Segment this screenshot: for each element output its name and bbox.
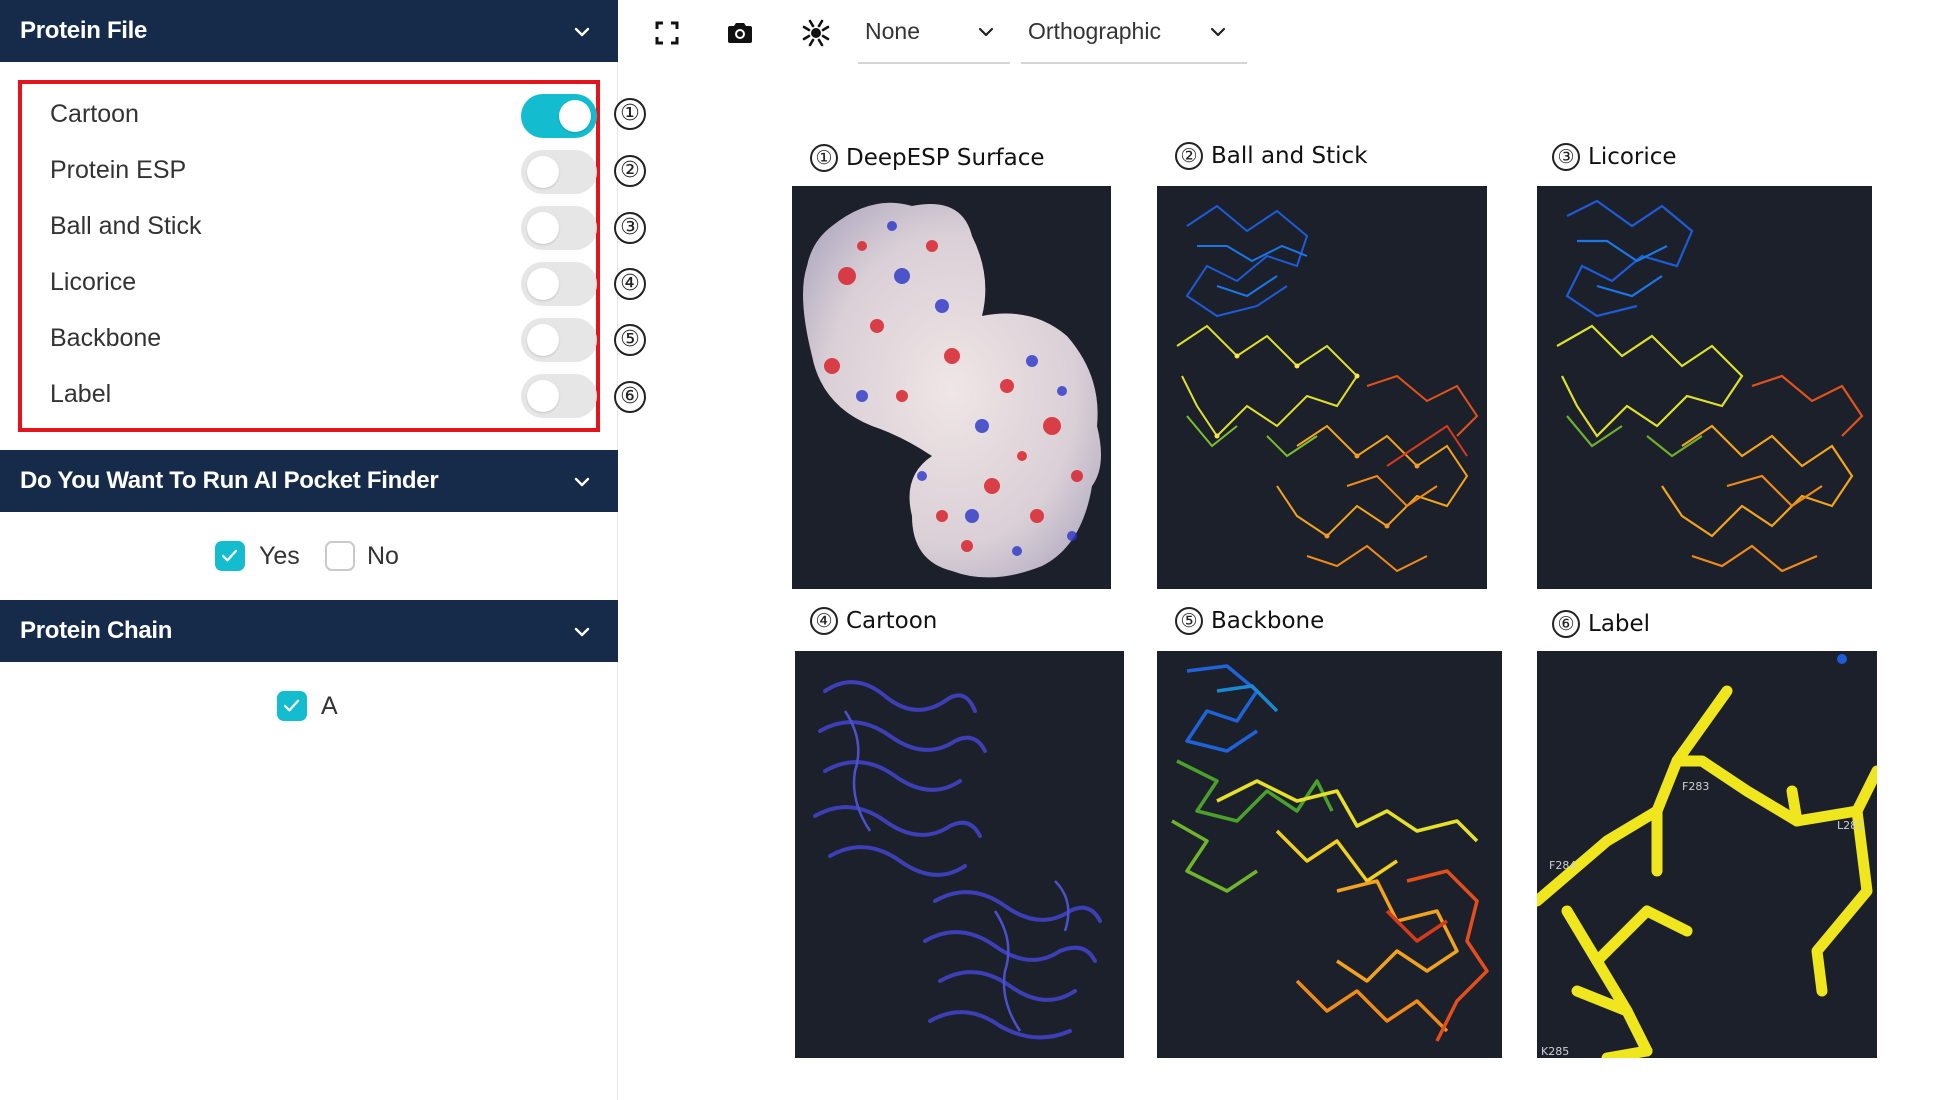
preview-title: DeepESP Surface — [846, 145, 1045, 171]
option-row-backbone: Backbone — [36, 312, 597, 368]
viewer-toolbar: None Orthographic — [618, 0, 1958, 70]
backbone-render — [1171, 664, 1489, 1042]
pocket-finder-header[interactable]: Do You Want To Run AI Pocket Finder — [0, 450, 618, 512]
marker-1: ① — [614, 98, 646, 130]
preview-caption-3: ③ Licorice — [1552, 143, 1677, 171]
esp-surface-render — [803, 202, 1101, 578]
pocket-finder-no-label: No — [367, 542, 399, 570]
preview-deepesp-surface — [792, 186, 1111, 589]
toggle-knob — [527, 324, 559, 356]
pocket-finder-yes-label: Yes — [259, 542, 300, 570]
option-label: Licorice — [50, 268, 137, 296]
checkmark-icon — [221, 549, 238, 562]
preview-marker: ④ — [810, 607, 838, 635]
chevron-down-icon[interactable] — [572, 22, 592, 42]
option-row-label: Label — [36, 368, 597, 424]
preview-title: Cartoon — [846, 608, 938, 634]
preview-marker: ① — [810, 144, 838, 172]
toggle-knob — [527, 156, 559, 188]
preview-caption-6: ⑥ Label — [1552, 610, 1650, 638]
preview-marker: ⑤ — [1175, 607, 1203, 635]
protein-file-header[interactable]: Protein File — [0, 0, 618, 62]
camera-mode-select[interactable]: Orthographic — [1021, 8, 1247, 64]
checkmark-icon — [283, 699, 300, 712]
ball-and-stick-toggle[interactable] — [521, 206, 597, 250]
representation-select-value: None — [865, 18, 920, 44]
cartoon-toggle[interactable] — [521, 94, 597, 138]
residue-tag: L282 — [1837, 819, 1864, 832]
pocket-finder-yes-checkbox[interactable] — [215, 541, 245, 571]
licorice-render — [1556, 199, 1864, 573]
preview-title: Ball and Stick — [1211, 143, 1368, 169]
toggle-knob — [527, 212, 559, 244]
representation-select[interactable]: None — [858, 8, 1010, 64]
marker-5: ⑤ — [614, 324, 646, 356]
preview-title: Licorice — [1588, 144, 1677, 170]
residue-tag: F284 — [1549, 859, 1576, 872]
option-label: Cartoon — [50, 100, 139, 128]
sidebar: Protein File Cartoon Protein ESP Ball an… — [0, 0, 618, 1100]
camera-icon[interactable] — [725, 18, 755, 48]
option-row-ball-and-stick: Ball and Stick — [36, 200, 597, 256]
marker-6: ⑥ — [614, 381, 646, 413]
protein-chain-header[interactable]: Protein Chain — [0, 600, 618, 662]
option-label: Backbone — [50, 324, 162, 352]
label-render: F283 L282 F284 K285 — [1537, 654, 1877, 1058]
option-row-licorice: Licorice — [36, 256, 597, 312]
marker-2: ② — [614, 155, 646, 187]
preview-licorice — [1537, 186, 1872, 589]
chain-a-checkbox[interactable] — [277, 691, 307, 721]
option-label: Label — [50, 380, 112, 408]
protein-chain-title: Protein Chain — [20, 617, 173, 644]
label-toggle[interactable] — [521, 374, 597, 418]
chain-a-label: A — [321, 692, 338, 720]
spin-icon[interactable] — [801, 18, 831, 48]
residue-tag: K285 — [1541, 1045, 1569, 1058]
preview-marker: ③ — [1552, 143, 1580, 171]
preview-caption-5: ⑤ Backbone — [1175, 607, 1324, 635]
protein-file-title: Protein File — [20, 17, 148, 44]
preview-marker: ② — [1175, 142, 1203, 170]
marker-3: ③ — [614, 212, 646, 244]
pocket-finder-title: Do You Want To Run AI Pocket Finder — [20, 467, 439, 494]
preview-label: F283 L282 F284 K285 — [1537, 651, 1877, 1058]
preview-marker: ⑥ — [1552, 610, 1580, 638]
preview-ball-and-stick — [1157, 186, 1487, 589]
preview-caption-4: ④ Cartoon — [810, 607, 937, 635]
licorice-toggle[interactable] — [521, 262, 597, 306]
toggle-knob — [527, 380, 559, 412]
toggle-knob — [527, 268, 559, 300]
atom-marker — [1837, 654, 1847, 664]
backbone-toggle[interactable] — [521, 318, 597, 362]
preview-caption-1: ① DeepESP Surface — [810, 144, 1045, 172]
representation-options-box: Cartoon Protein ESP Ball and Stick Licor… — [18, 80, 600, 432]
ball-and-stick-render — [1176, 204, 1479, 573]
option-row-protein-esp: Protein ESP — [36, 144, 597, 200]
option-row-cartoon: Cartoon — [36, 88, 597, 144]
chevron-down-icon — [1210, 27, 1226, 37]
option-label: Ball and Stick — [50, 212, 202, 240]
preview-caption-2: ② Ball and Stick — [1175, 142, 1368, 170]
preview-title: Backbone — [1211, 608, 1325, 634]
residue-tag: F283 — [1682, 780, 1709, 793]
marker-4: ④ — [614, 268, 646, 300]
toggle-knob — [559, 100, 591, 132]
cartoon-render — [813, 680, 1102, 1040]
chevron-down-icon[interactable] — [572, 622, 592, 642]
chevron-down-icon — [978, 27, 994, 37]
protein-esp-toggle[interactable] — [521, 150, 597, 194]
preview-backbone — [1157, 651, 1502, 1058]
preview-cartoon — [795, 651, 1124, 1058]
camera-mode-select-value: Orthographic — [1028, 18, 1161, 44]
pocket-finder-no-checkbox[interactable] — [325, 541, 355, 571]
chevron-down-icon[interactable] — [572, 472, 592, 492]
preview-title: Label — [1588, 611, 1651, 637]
fullscreen-icon[interactable] — [652, 18, 682, 48]
option-label: Protein ESP — [50, 156, 187, 184]
